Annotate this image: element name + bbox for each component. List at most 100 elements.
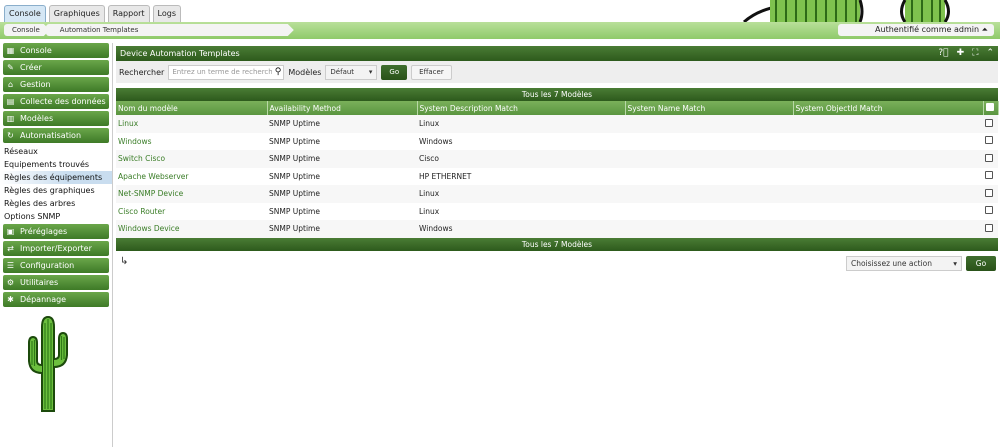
col-header-sysdesc[interactable]: System Description Match <box>417 101 626 115</box>
sysoid-cell <box>793 220 983 238</box>
menu-label: Configuration <box>20 261 75 270</box>
table-row[interactable]: Linux SNMP Uptime Linux <box>116 115 998 133</box>
row-checkbox[interactable] <box>983 220 998 238</box>
template-name-link[interactable]: Linux <box>116 115 267 133</box>
count-bar-top: Tous les 7 Modèles <box>116 88 998 101</box>
row-checkbox[interactable] <box>983 132 998 150</box>
action-select-value: Choisissez une action <box>851 258 932 268</box>
tab-rapport[interactable]: Rapport <box>107 5 150 22</box>
user-menu[interactable]: Authentifié comme admin ⏶ <box>838 24 994 36</box>
col-header-availability[interactable]: Availability Method <box>267 101 418 115</box>
table-row[interactable]: Cisco Router SNMP Uptime Linux <box>116 202 998 220</box>
col-header-sysoid[interactable]: System ObjectId Match <box>793 101 984 115</box>
submenu-options-snmp[interactable]: Options SNMP <box>0 210 112 223</box>
menu-label: Gestion <box>20 80 51 89</box>
menu-label: Importer/Exporter <box>20 244 92 253</box>
col-header-name[interactable]: Nom du modèle <box>116 101 268 115</box>
breadcrumb-automation-templates[interactable]: Automation Templates <box>46 24 294 36</box>
breadcrumb: Console Automation Templates <box>4 24 290 36</box>
sysname-cell <box>625 167 793 185</box>
checkbox-box <box>985 136 993 145</box>
table-row[interactable]: Windows SNMP Uptime Windows <box>116 132 998 150</box>
main-content: Device Automation Templates ?⃝ ✚ ⛶ ⌃ Rec… <box>116 46 999 278</box>
menu-configuration[interactable]: ☰ Configuration <box>3 258 109 273</box>
bug-icon: ✱ <box>7 295 14 304</box>
sysdesc-cell: Windows <box>417 220 625 238</box>
cactus-logo <box>22 313 74 415</box>
select-all-checkbox[interactable] <box>983 101 999 115</box>
menu-modeles[interactable]: ▥ Modèles <box>3 111 109 126</box>
fullscreen-icon[interactable]: ⛶ <box>972 46 978 61</box>
menu-creer[interactable]: ✎ Créer <box>3 60 109 75</box>
row-checkbox[interactable] <box>983 202 998 220</box>
table-row[interactable]: Net-SNMP Device SNMP Uptime Linux <box>116 185 998 203</box>
template-name-link[interactable]: Cisco Router <box>116 202 267 220</box>
top-bar: Console Graphiques Rapport Logs <box>0 0 1000 22</box>
submenu-regles-arbres[interactable]: Règles des arbres <box>0 197 112 210</box>
availability-cell: SNMP Uptime <box>267 150 417 168</box>
sysname-cell <box>625 115 793 133</box>
action-go-button[interactable]: Go <box>966 255 996 271</box>
menu-label: Préréglages <box>20 227 68 236</box>
chevron-down-icon: ▾ <box>953 258 957 268</box>
menu-label: Dépannage <box>20 295 67 304</box>
table-row[interactable]: Windows Device SNMP Uptime Windows <box>116 220 998 238</box>
search-input[interactable]: Entrez un terme de recherche ⚲ <box>168 64 285 80</box>
template-name-link[interactable]: Windows Device <box>116 220 267 238</box>
menu-collecte[interactable]: ▤ Collecte des données <box>3 94 109 109</box>
submenu-regles-graphiques[interactable]: Règles des graphiques <box>0 184 112 197</box>
models-selected-value: Défaut <box>330 68 355 76</box>
clear-button[interactable]: Effacer <box>411 64 452 80</box>
refresh-icon: ↻ <box>7 131 14 140</box>
collapse-icon[interactable]: ⌃ <box>986 46 994 61</box>
availability-cell: SNMP Uptime <box>267 185 417 203</box>
table-row[interactable]: Apache Webserver SNMP Uptime HP ETHERNET <box>116 167 998 185</box>
templates-table: Nom du modèle Availability Method System… <box>116 101 999 238</box>
sidebar: ▦ Console ✎ Créer ⌂ Gestion ▤ Collecte des d… <box>0 43 113 447</box>
template-icon: ▥ <box>6 114 15 123</box>
template-name-link[interactable]: Net-SNMP Device <box>116 185 267 203</box>
auth-label: Authentifié comme admin <box>875 25 980 34</box>
create-icon: ✎ <box>7 63 14 72</box>
cactus-banner <box>740 0 1000 22</box>
menu-label: Utilitaires <box>20 278 59 287</box>
tab-logs[interactable]: Logs <box>152 5 181 22</box>
menu-gestion[interactable]: ⌂ Gestion <box>3 77 109 92</box>
tab-console[interactable]: Console <box>4 5 46 22</box>
template-name-link[interactable]: Windows <box>116 132 267 150</box>
gears-icon: ⚙ <box>6 278 15 287</box>
help-icon[interactable]: ?⃝ <box>938 46 948 61</box>
sysdesc-cell: HP ETHERNET <box>417 167 625 185</box>
row-checkbox[interactable] <box>983 167 998 185</box>
settings-icon: ☰ <box>6 261 15 270</box>
search-placeholder: Entrez un terme de recherche <box>172 68 273 76</box>
row-checkbox[interactable] <box>983 115 998 133</box>
breadcrumb-console[interactable]: Console <box>4 24 50 36</box>
tab-graphiques[interactable]: Graphiques <box>48 5 105 22</box>
menu-utilitaires[interactable]: ⚙ Utilitaires <box>3 275 109 290</box>
caret-up-icon: ⏶ <box>981 25 988 34</box>
map-icon: ▦ <box>6 46 15 55</box>
submenu-regles-equipements[interactable]: Règles des équipements <box>0 171 112 184</box>
col-header-sysname[interactable]: System Name Match <box>625 101 794 115</box>
models-select[interactable]: Défaut ▾ <box>325 64 378 80</box>
action-select[interactable]: Choisissez une action ▾ <box>846 255 962 271</box>
sysoid-cell <box>793 185 983 203</box>
menu-prereglages[interactable]: ▣ Préréglages <box>3 224 109 239</box>
count-bar-bottom: Tous les 7 Modèles <box>116 237 998 251</box>
add-icon[interactable]: ✚ <box>957 46 965 61</box>
checkbox-box <box>985 171 993 180</box>
menu-importer-exporter[interactable]: ⇄ Importer/Exporter <box>3 241 109 256</box>
submenu-reseaux[interactable]: Réseaux <box>0 145 112 158</box>
row-checkbox[interactable] <box>983 185 998 203</box>
menu-automatisation[interactable]: ↻ Automatisation <box>3 128 109 143</box>
table-row[interactable]: Switch Cisco SNMP Uptime Cisco <box>116 150 998 168</box>
template-name-link[interactable]: Apache Webserver <box>116 167 267 185</box>
submenu-equipements-trouves[interactable]: Equipements trouvés <box>0 158 112 171</box>
menu-console[interactable]: ▦ Console <box>3 43 109 58</box>
template-name-link[interactable]: Switch Cisco <box>116 150 267 168</box>
menu-depannage[interactable]: ✱ Dépannage <box>3 292 109 307</box>
checkbox-box <box>985 118 993 127</box>
go-button[interactable]: Go <box>381 64 408 80</box>
row-checkbox[interactable] <box>983 150 998 168</box>
